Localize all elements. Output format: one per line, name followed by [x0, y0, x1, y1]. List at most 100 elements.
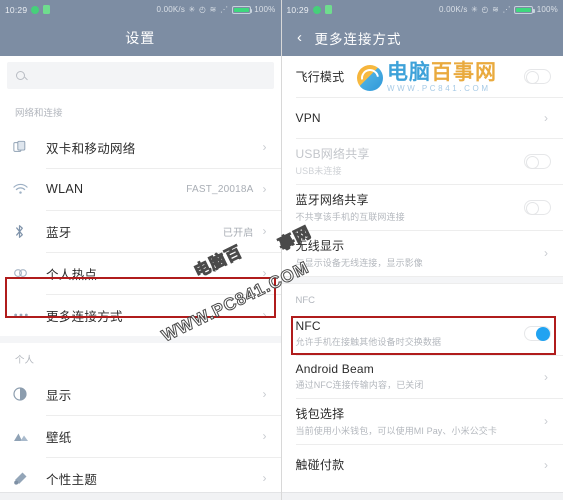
status-left-group: 10:29 — [5, 4, 51, 15]
item-text-group: 无线显示 与显示设备无线连接，显示影像 — [296, 230, 542, 276]
sidebar-item-more-connection-methods[interactable]: 更多连接方式 › — [0, 294, 281, 336]
net-speed-label: 0.00K/s — [439, 4, 468, 14]
settings-item-bluetooth-tethering[interactable]: 蓝牙网络共享 不共享该手机的互联网连接 — [281, 184, 563, 230]
signal-icon: ⋰ — [502, 4, 511, 14]
item-subtitle: 不共享该手机的互联网连接 — [295, 212, 405, 222]
search-input[interactable] — [7, 62, 274, 89]
bluetooth-tethering-toggle[interactable] — [524, 199, 551, 215]
item-title: Android Beam — [295, 362, 374, 376]
sidebar-item-wallpaper[interactable]: 壁纸 › — [0, 415, 281, 457]
wifi-icon: ≋ — [209, 4, 217, 14]
signal-icon: ⋰ — [220, 4, 229, 14]
status-time: 10:29 — [5, 4, 28, 15]
sidebar-item-label: 个性主题 — [46, 472, 98, 487]
notification-dot-icon — [312, 5, 321, 14]
chevron-right-icon: › — [262, 387, 267, 401]
small-battery-icon — [43, 5, 51, 14]
bottom-bar — [281, 493, 563, 500]
sidebar-item-wlan[interactable]: WLAN FAST_20018A › — [0, 168, 281, 210]
battery-percent-label: 100% — [254, 4, 276, 14]
item-title: 蓝牙网络共享 — [295, 193, 369, 207]
alarm-icon: ◴ — [198, 4, 207, 14]
page-title: 更多连接方式 — [314, 31, 402, 47]
status-bar-right: 10:29 0.00K/s ✳ ◴ ≋ ⋰ 100% — [281, 0, 563, 19]
status-bar-left: 10:29 0.00K/s ✳ ◴ ≋ ⋰ 100% — [0, 0, 281, 19]
status-right-group: 0.00K/s ✳ ◴ ≋ ⋰ 100% — [439, 4, 558, 14]
airplane-mode-toggle[interactable] — [524, 69, 551, 84]
battery-percent-label: 100% — [536, 4, 558, 14]
hotspot-icon — [13, 266, 46, 280]
item-text-group: USB网络共享 USB未连接 — [296, 138, 525, 184]
sidebar-item-hotspot[interactable]: 个人热点 › — [0, 252, 281, 294]
left-phone-panel: 10:29 0.00K/s ✳ ◴ ≋ ⋰ 100% 设置 网络和连接 双卡和移… — [0, 0, 282, 500]
status-left-group: 10:29 — [287, 5, 332, 15]
item-text-group: Android Beam 通过NFC连接传输内容，已关闭 — [296, 355, 542, 398]
settings-item-airplane-mode[interactable]: 飞行模式 — [281, 56, 563, 97]
chevron-right-icon: › — [544, 457, 548, 472]
wifi-icon — [13, 183, 46, 195]
chevron-right-icon: › — [262, 471, 267, 485]
right-phone-panel: 10:29 0.00K/s ✳ ◴ ≋ ⋰ 100% ‹ 更多连接方式 飞行模式 — [281, 0, 563, 500]
item-text-group: 飞行模式 — [296, 61, 525, 92]
settings-item-vpn[interactable]: VPN › — [281, 97, 563, 138]
section-gap — [281, 276, 563, 284]
back-chevron-icon[interactable]: ‹ — [287, 29, 313, 46]
page-title: 设置 — [125, 29, 156, 46]
sidebar-item-label: WLAN — [46, 182, 84, 196]
settings-item-tap-to-pay[interactable]: 触碰付款 › — [281, 444, 563, 485]
bluetooth-icon — [13, 224, 46, 239]
right-title-bar: ‹ 更多连接方式 — [281, 19, 563, 56]
sidebar-item-label: 双卡和移动网络 — [46, 141, 136, 156]
chevron-right-icon: › — [262, 266, 267, 280]
net-speed-label: 0.00K/s — [156, 4, 186, 14]
settings-item-wallet-selection[interactable]: 钱包选择 当前使用小米钱包，可以使用MI Pay、小米公交卡 › — [281, 398, 563, 444]
section-label-personal: 个人 — [0, 343, 281, 373]
chevron-right-icon: › — [262, 182, 267, 196]
item-text-group: 蓝牙网络共享 不共享该手机的互联网连接 — [296, 184, 525, 230]
status-right-group: 0.00K/s ✳ ◴ ≋ ⋰ 100% — [156, 4, 276, 14]
chevron-right-icon: › — [262, 308, 267, 322]
sidebar-item-label: 更多连接方式 — [46, 309, 123, 324]
item-title: 触碰付款 — [295, 458, 345, 472]
chevron-right-icon: › — [544, 246, 548, 260]
usb-tethering-toggle[interactable] — [524, 153, 551, 169]
section-label-nfc: NFC — [281, 284, 563, 312]
chevron-right-icon: › — [262, 140, 267, 154]
item-title: 无线显示 — [295, 239, 345, 253]
nfc-toggle[interactable] — [524, 326, 551, 341]
theme-icon — [13, 471, 46, 486]
settings-item-android-beam[interactable]: Android Beam 通过NFC连接传输内容，已关闭 › — [281, 355, 563, 398]
sidebar-item-bluetooth[interactable]: 蓝牙 已开启 › — [0, 210, 281, 252]
sidebar-item-display[interactable]: 显示 › — [0, 373, 281, 415]
item-text-group: 钱包选择 当前使用小米钱包，可以使用MI Pay、小米公交卡 — [296, 398, 542, 444]
battery-icon — [514, 5, 535, 14]
item-text-group: 触碰付款 — [296, 449, 542, 480]
dual-phone-screenshot: 10:29 0.00K/s ✳ ◴ ≋ ⋰ 100% 设置 网络和连接 双卡和移… — [0, 0, 563, 500]
sidebar-item-dual-sim[interactable]: 双卡和移动网络 › — [0, 126, 281, 168]
notification-dot-icon — [31, 5, 40, 14]
item-title: VPN — [295, 110, 321, 125]
item-subtitle: 允许手机在接触其他设备时交换数据 — [295, 337, 442, 347]
small-battery-icon — [324, 5, 332, 14]
bluetooth-icon: ✳ — [471, 4, 478, 14]
settings-item-nfc[interactable]: NFC 允许手机在接触其他设备时交换数据 — [281, 312, 563, 355]
item-title: NFC — [295, 319, 321, 333]
item-title: 钱包选择 — [295, 407, 345, 421]
item-subtitle: 通过NFC连接传输内容，已关闭 — [295, 380, 424, 390]
item-subtitle: 与显示设备无线连接，显示影像 — [295, 258, 423, 268]
item-subtitle: USB未连接 — [295, 166, 342, 176]
sidebar-item-value: FAST_20018A — [186, 183, 254, 195]
left-title-bar: 设置 — [0, 19, 281, 56]
sidebar-item-label: 显示 — [46, 388, 72, 403]
more-dots-icon — [13, 312, 46, 318]
search-area — [0, 56, 281, 96]
chevron-right-icon: › — [544, 369, 548, 384]
item-subtitle: 当前使用小米钱包，可以使用MI Pay、小米公交卡 — [295, 426, 498, 436]
sidebar-item-value: 已开启 — [222, 227, 254, 239]
section-gap — [0, 336, 281, 343]
settings-item-usb-tethering[interactable]: USB网络共享 USB未连接 — [281, 138, 563, 184]
settings-item-wireless-display[interactable]: 无线显示 与显示设备无线连接，显示影像 › — [281, 230, 563, 276]
sidebar-item-label: 个人热点 — [46, 267, 98, 282]
dual-sim-icon — [13, 140, 46, 154]
display-icon — [13, 387, 46, 401]
